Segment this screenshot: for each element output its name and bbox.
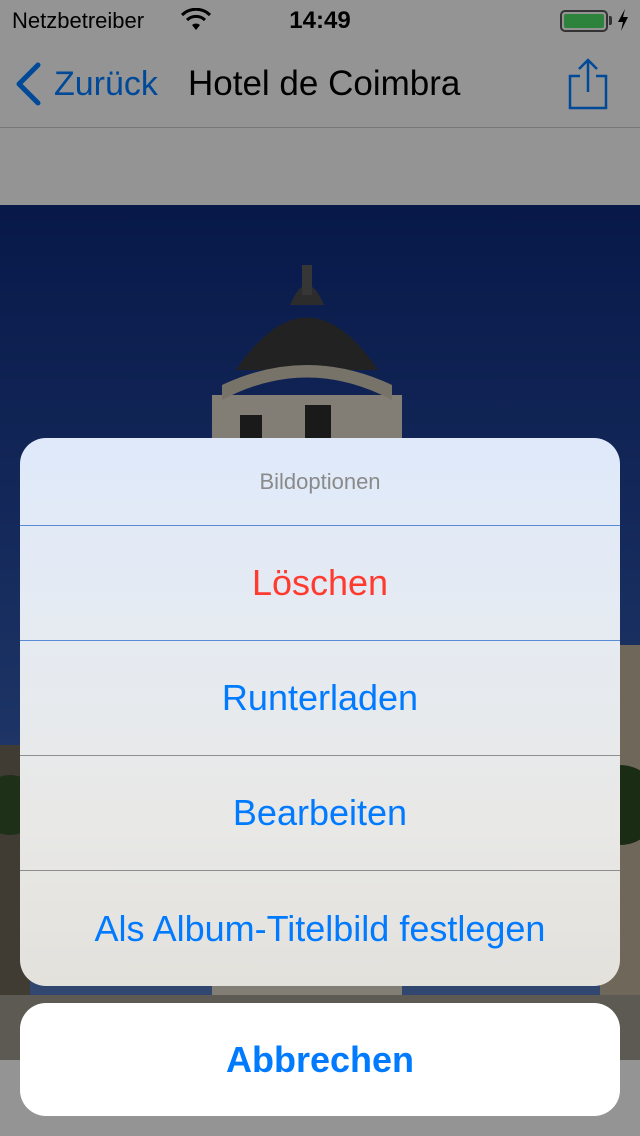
- action-sheet-title: Bildoptionen: [20, 438, 620, 526]
- edit-button[interactable]: Bearbeiten: [20, 756, 620, 871]
- action-sheet: Bildoptionen Löschen Runterladen Bearbei…: [20, 438, 620, 986]
- set-album-cover-button[interactable]: Als Album-Titelbild festlegen: [20, 871, 620, 986]
- delete-button[interactable]: Löschen: [20, 526, 620, 641]
- cancel-button[interactable]: Abbrechen: [20, 1003, 620, 1116]
- download-button[interactable]: Runterladen: [20, 641, 620, 756]
